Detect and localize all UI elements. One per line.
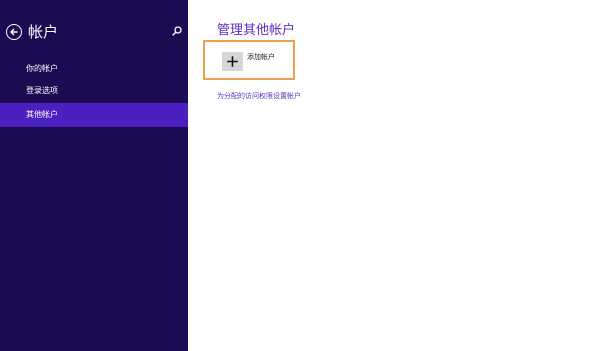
page-title: 帐户: [28, 23, 59, 41]
sidebar-header: 帐户: [0, 20, 188, 44]
add-account-button[interactable]: 添加帐户: [203, 40, 295, 80]
sidebar: 帐户 你的帐户 登录选项 其他帐户: [0, 0, 188, 351]
sidebar-item-label: 其他帐户: [26, 110, 58, 119]
sidebar-item-label: 登录选项: [26, 86, 58, 95]
sidebar-item-other-accounts[interactable]: 其他帐户: [0, 103, 188, 127]
settings-page: 帐户 你的帐户 登录选项 其他帐户 管理其他帐户 添加帐户 为分配的访问权限设置…: [0, 0, 600, 351]
plus-icon: [227, 56, 238, 67]
sidebar-item-label: 你的帐户: [26, 64, 58, 73]
add-account-tile: [222, 52, 243, 71]
search-icon[interactable]: [171, 25, 183, 37]
section-title: 管理其他帐户: [217, 23, 296, 38]
back-arrow-icon: [9, 27, 19, 37]
sidebar-item-your-account[interactable]: 你的帐户: [0, 57, 188, 81]
assigned-access-link[interactable]: 为分配的访问权限设置帐户: [217, 90, 301, 102]
sidebar-item-sign-in-options[interactable]: 登录选项: [0, 79, 188, 103]
add-account-label: 添加帐户: [247, 53, 275, 61]
back-button[interactable]: [6, 24, 22, 40]
